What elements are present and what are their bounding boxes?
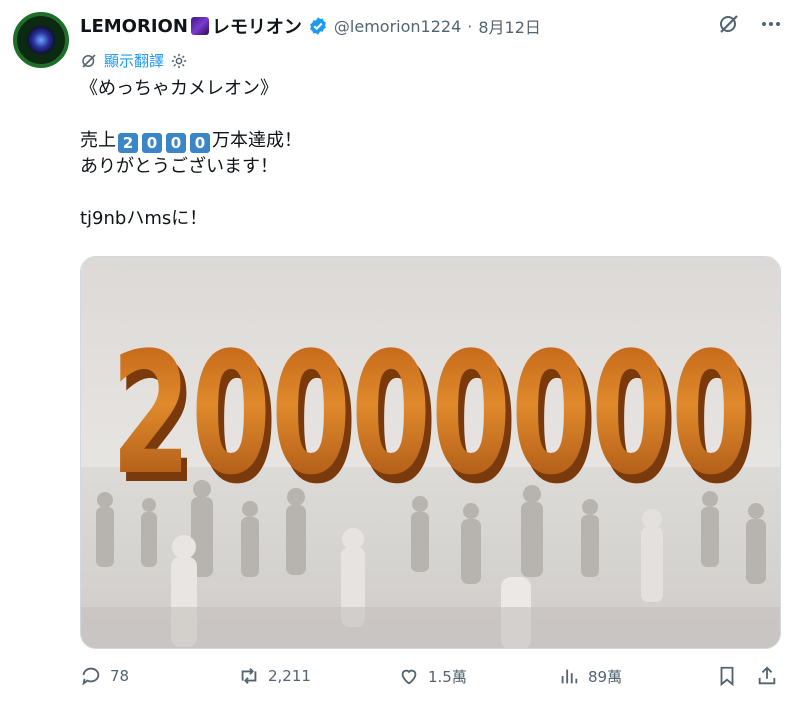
tweet-line-4: tj9nbハmsに！: [80, 208, 208, 229]
retweet-icon: [241, 668, 257, 684]
display-name-suffix: レモリオン: [211, 17, 302, 38]
digit-box: 0: [142, 133, 162, 153]
like-button[interactable]: 1.5萬: [398, 665, 467, 687]
views-count: 89萬: [588, 667, 623, 686]
grok-translate-icon: [82, 53, 96, 68]
celebration-image: 20000000 20000000: [81, 257, 780, 648]
retweet-button[interactable]: 2,211: [238, 665, 311, 687]
retweet-count: 2,211: [268, 667, 311, 685]
verified-badge-icon: [309, 17, 326, 35]
grok-icon[interactable]: [717, 12, 741, 36]
header-actions: [717, 12, 783, 36]
views-chart-icon: [561, 669, 578, 684]
galaxy-emoji-icon: [190, 17, 209, 35]
action-bar: 78 2,211 1.5萬 89萬: [80, 665, 780, 695]
tweet-line-2: 売上 2 0 0 0 万本達成！: [80, 128, 780, 154]
reply-count: 78: [110, 667, 130, 685]
share-button[interactable]: [756, 665, 778, 687]
avatar-image: [27, 26, 55, 54]
like-count: 1.5萬: [428, 667, 467, 686]
tweet-text: 《めっちゃカメレオン》 売上 2 0 0 0 万本達成！ ありがとうございます！ tj9n…: [80, 76, 780, 232]
reply-icon: [82, 667, 100, 686]
translate-link[interactable]: 顯示翻譯: [104, 50, 164, 71]
bookmark-button[interactable]: [716, 665, 738, 687]
line2-prefix: 売上: [80, 130, 116, 151]
bookmark-icon: [720, 666, 734, 687]
views-button[interactable]: 89萬: [558, 665, 622, 687]
digit-box: 0: [166, 133, 186, 153]
tweet-line-1: 《めっちゃカメレオン》: [80, 78, 278, 99]
line2-suffix: 万本達成！: [212, 130, 302, 151]
more-options-icon[interactable]: [759, 12, 783, 36]
gear-icon[interactable]: [170, 52, 188, 70]
digit-box: 0: [190, 133, 210, 153]
share-icon: [758, 666, 776, 685]
display-name-text: LEMORION: [80, 15, 188, 37]
tweet-line-3: ありがとうございます！: [80, 156, 278, 177]
heart-icon: [401, 669, 417, 685]
reply-button[interactable]: 78: [80, 665, 129, 687]
digit-box: 2: [118, 133, 138, 153]
post-date[interactable]: 8月12日: [478, 14, 541, 38]
author-handle[interactable]: @lemorion1224: [334, 17, 461, 36]
display-name[interactable]: LEMORION レモリオン: [80, 13, 302, 39]
tweet-media-image[interactable]: 20000000 20000000: [80, 256, 781, 649]
translate-row: 顯示翻譯: [80, 50, 188, 71]
tweet-header: LEMORION レモリオン @lemorion1224 · 8月12日: [80, 12, 779, 40]
avatar[interactable]: [13, 12, 69, 68]
separator-dot: ·: [467, 16, 473, 36]
